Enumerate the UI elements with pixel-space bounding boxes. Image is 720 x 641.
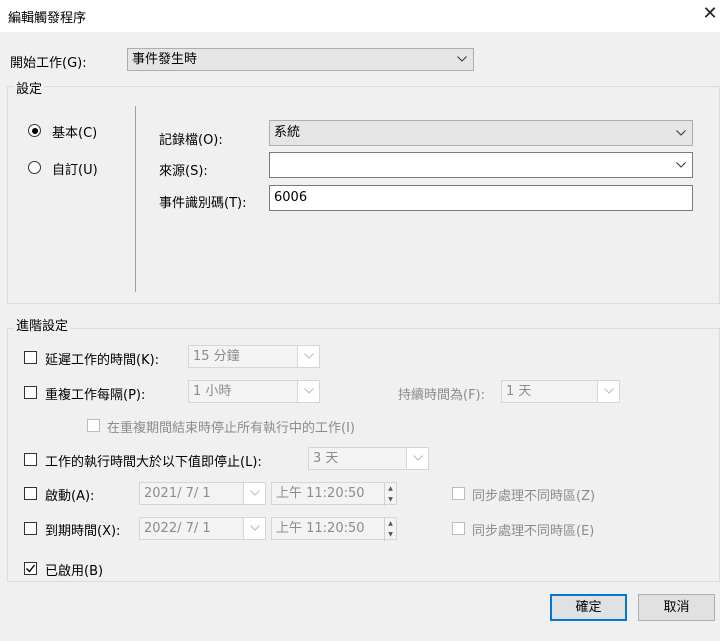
chevron-down-icon (670, 123, 692, 144)
duration-label: 持續時間為(F): (398, 388, 486, 403)
delay-checkbox[interactable] (24, 351, 37, 364)
chevron-down-icon (451, 49, 473, 70)
expire-sync-label: 同步處理不同時區(E) (472, 524, 595, 539)
enabled-label[interactable]: 已啟用(B) (45, 560, 103, 579)
settings-group-label: 設定 (14, 78, 45, 97)
ok-button[interactable]: 確定 (550, 594, 627, 621)
expire-sync-checkbox[interactable] (452, 522, 465, 535)
source-combobox[interactable] (269, 152, 693, 178)
stop-if-longer-checkbox[interactable] (24, 453, 37, 466)
activate-time-value: 上午 11:20:50 (276, 486, 365, 501)
start-task-dropdown[interactable]: 事件發生時 (127, 48, 474, 71)
chevron-down-icon (297, 346, 319, 367)
chevron-down-icon (243, 518, 265, 539)
chevron-down-icon (297, 381, 319, 402)
expire-time-value: 上午 11:20:50 (276, 521, 365, 536)
duration-dropdown[interactable]: 1 天 (501, 380, 620, 403)
chevron-down-icon (597, 381, 619, 402)
chevron-down-icon (670, 155, 692, 176)
settings-divider (135, 106, 136, 292)
activate-date-picker[interactable]: 2021/ 7/ 1 (139, 482, 266, 505)
log-value: 系統 (274, 125, 301, 140)
custom-radio-label[interactable]: 自訂(U) (52, 159, 98, 178)
activate-checkbox[interactable] (24, 487, 37, 500)
cancel-button[interactable]: 取消 (638, 594, 715, 621)
expire-date-value: 2022/ 7/ 1 (144, 521, 211, 536)
spin-up-icon[interactable]: ▲ (385, 483, 396, 494)
custom-radio[interactable] (28, 161, 41, 174)
log-dropdown[interactable]: 系統 (269, 120, 693, 146)
chevron-down-icon (406, 448, 428, 469)
advanced-group-label: 進階設定 (14, 315, 71, 334)
delay-label[interactable]: 延遲工作的時間(K): (45, 349, 159, 368)
expire-time-picker[interactable]: 上午 11:20:50 ▲ ▼ (271, 517, 397, 541)
spin-down-icon[interactable]: ▼ (385, 494, 396, 505)
stop-at-end-checkbox[interactable] (87, 419, 100, 432)
event-id-label: 事件識別碼(T): (159, 196, 247, 211)
repeat-label[interactable]: 重複工作每隔(P): (45, 384, 145, 403)
activate-sync-label: 同步處理不同時區(Z) (472, 489, 596, 504)
start-task-value: 事件發生時 (132, 52, 198, 67)
stop-if-longer-dropdown[interactable]: 3 天 (308, 447, 429, 470)
spinner[interactable]: ▲ ▼ (384, 518, 396, 541)
repeat-value: 1 小時 (193, 384, 232, 399)
expire-date-picker[interactable]: 2022/ 7/ 1 (139, 517, 266, 540)
spin-down-icon[interactable]: ▼ (385, 529, 396, 540)
expire-label[interactable]: 到期時間(X): (45, 520, 120, 539)
dialog-body: 開始工作(G): 事件發生時 設定 基本(C) 自訂(U) 記錄檔(O): 系統… (0, 32, 720, 641)
stop-at-end-label: 在重複期間結束時停止所有執行中的工作(I) (107, 421, 355, 436)
check-icon (26, 564, 36, 573)
log-label: 記錄檔(O): (159, 133, 223, 148)
start-task-label: 開始工作(G): (10, 56, 87, 71)
source-label: 來源(S): (159, 164, 208, 179)
event-id-input[interactable]: 6006 (269, 185, 693, 211)
activate-sync-checkbox[interactable] (452, 487, 465, 500)
repeat-dropdown[interactable]: 1 小時 (188, 380, 320, 403)
basic-radio-label[interactable]: 基本(C) (52, 122, 97, 141)
window-title: 編輯觸發程序 (8, 11, 87, 26)
delay-dropdown[interactable]: 15 分鐘 (188, 345, 320, 368)
enabled-checkbox[interactable] (24, 562, 37, 575)
repeat-checkbox[interactable] (24, 386, 37, 399)
delay-value: 15 分鐘 (193, 349, 240, 364)
spin-up-icon[interactable]: ▲ (385, 518, 396, 529)
close-button[interactable]: ✕ (700, 2, 720, 26)
chevron-down-icon (243, 483, 265, 504)
spinner[interactable]: ▲ ▼ (384, 483, 396, 506)
activate-label[interactable]: 啟動(A): (45, 485, 94, 504)
expire-checkbox[interactable] (24, 522, 37, 535)
activate-date-value: 2021/ 7/ 1 (144, 486, 211, 501)
stop-if-longer-value: 3 天 (313, 451, 339, 466)
activate-time-picker[interactable]: 上午 11:20:50 ▲ ▼ (271, 482, 397, 506)
basic-radio[interactable] (28, 124, 41, 137)
stop-if-longer-label[interactable]: 工作的執行時間大於以下值即停止(L): (45, 451, 262, 470)
duration-value: 1 天 (506, 384, 532, 399)
